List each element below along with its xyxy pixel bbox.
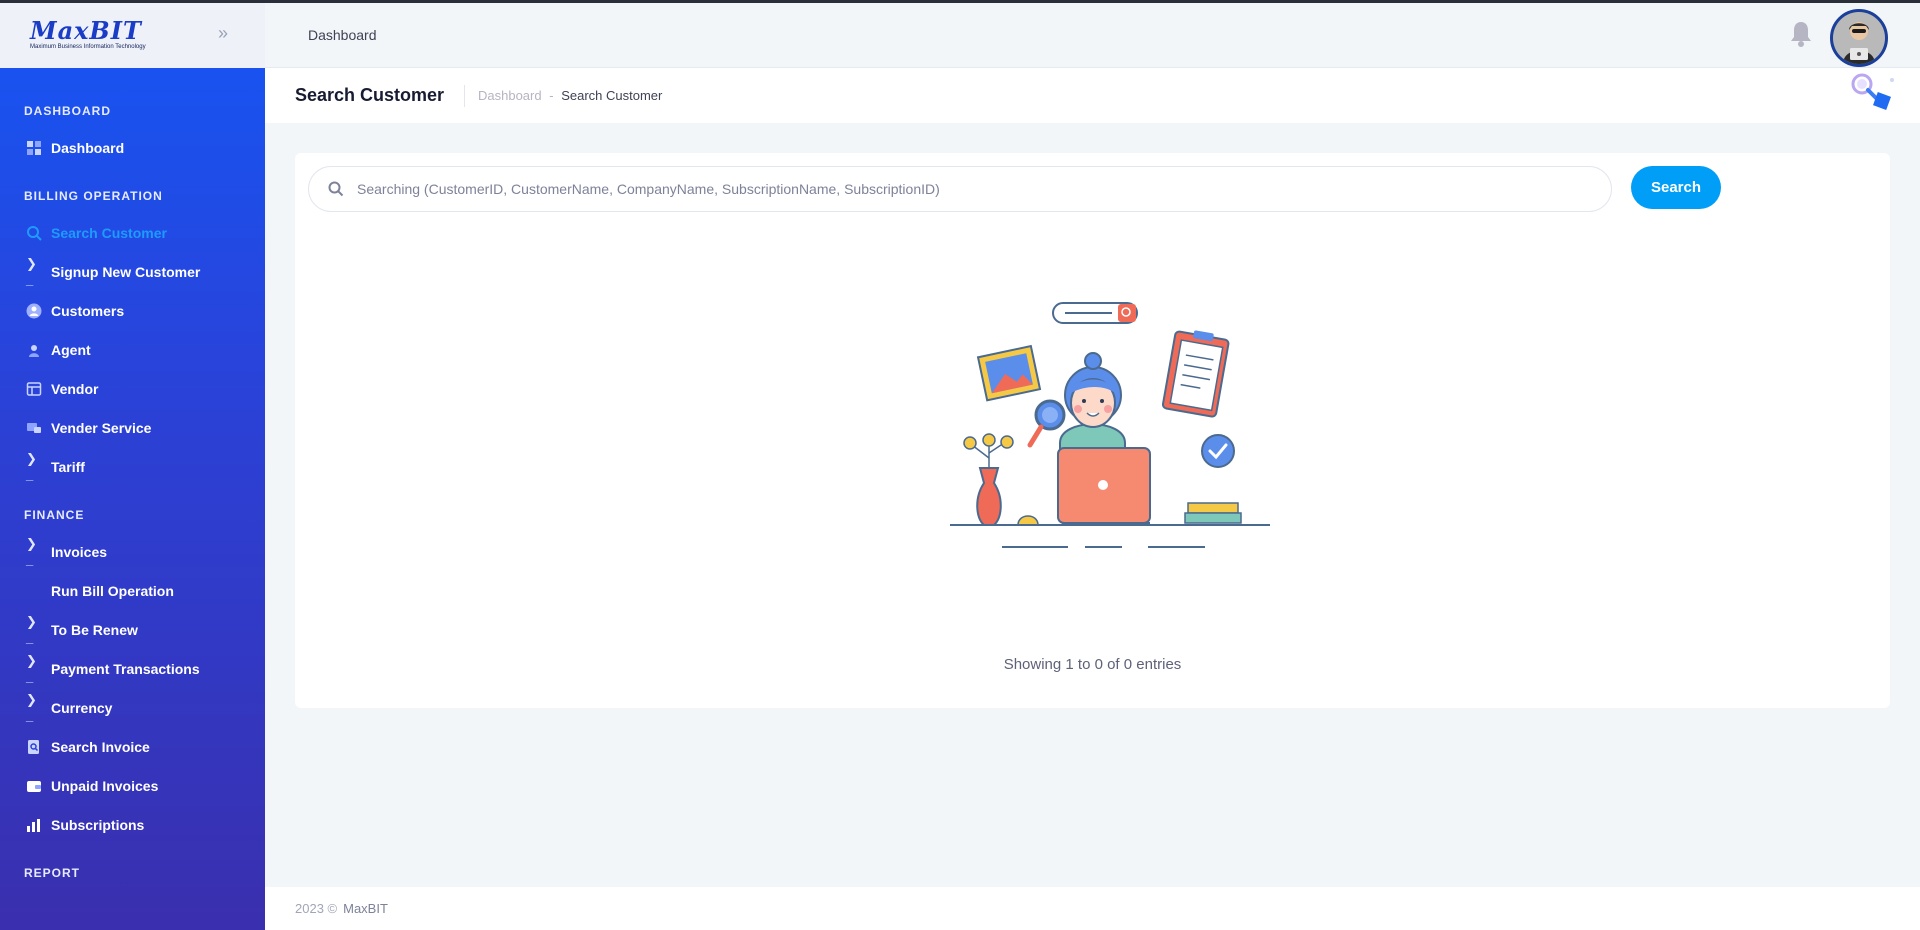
- search-button[interactable]: Search: [1631, 166, 1721, 209]
- subheader: Search Customer Dashboard - Search Custo…: [265, 68, 1920, 123]
- sidebar-item-label: Currency: [51, 699, 113, 716]
- header-title: Dashboard: [308, 27, 377, 43]
- service-icon: [26, 420, 42, 436]
- terminal-icon: ❯_: [26, 536, 37, 567]
- sidebar-item-label: Run Bill Operation: [51, 582, 174, 599]
- window-top-line: [0, 0, 1920, 3]
- sidebar-item-label: Agent: [51, 341, 91, 358]
- sidebar-item-label: Search Customer: [51, 224, 167, 241]
- search-card: Searching (CustomerID, CustomerName, Com…: [295, 153, 1890, 708]
- grid-icon: [26, 140, 42, 156]
- terminal-icon: ❯_: [26, 692, 37, 723]
- sidebar-toggle-icon[interactable]: »: [218, 24, 238, 44]
- empty-state-illustration: [950, 293, 1270, 563]
- sidebar-item-label: To Be Renew: [51, 621, 138, 638]
- sidebar-item-label: Subscriptions: [51, 816, 145, 833]
- sidebar-item-to-be-renew[interactable]: ❯_ To Be Renew: [0, 610, 265, 649]
- search-icon: [327, 180, 345, 198]
- top-header: Dashboard: [265, 3, 1920, 68]
- title-divider: [464, 85, 465, 107]
- terminal-icon: ❯_: [26, 256, 37, 287]
- terminal-icon: ❯_: [26, 653, 37, 684]
- search-illustration-icon: [1840, 72, 1900, 118]
- breadcrumb-separator: -: [549, 88, 554, 103]
- sidebar-item-label: Signup New Customer: [51, 263, 201, 280]
- user-avatar[interactable]: [1830, 9, 1888, 67]
- bar-chart-icon: [26, 817, 42, 833]
- sidebar-item-search-invoice[interactable]: Search Invoice: [0, 727, 265, 766]
- sidebar-item-label: Vendor: [51, 380, 99, 397]
- sidebar-item-subscriptions[interactable]: Subscriptions: [0, 805, 265, 844]
- brand-tagline: Maximum Business Information Technology: [30, 43, 146, 50]
- sidebar-item-vender-service[interactable]: Vender Service: [0, 408, 265, 447]
- footer-year: 2023 ©: [295, 901, 338, 916]
- sidebar-item-label: Dashboard: [51, 139, 125, 156]
- vendor-icon: [26, 381, 42, 397]
- sidebar-item-label: Customers: [51, 302, 125, 319]
- sidebar: MaxBIT Maximum Business Information Tech…: [0, 0, 265, 930]
- sidebar-item-label: Vender Service: [51, 419, 152, 436]
- nav-section-finance: FINANCE: [24, 508, 85, 522]
- wallet-icon: [26, 778, 42, 794]
- entries-summary: Showing 1 to 0 of 0 entries: [1003, 656, 1182, 673]
- brand-logo[interactable]: MaxBIT Maximum Business Information Tech…: [30, 15, 146, 50]
- sidebar-item-label: Tariff: [51, 458, 85, 475]
- sidebar-item-signup-new-customer[interactable]: ❯_ Signup New Customer: [0, 252, 265, 291]
- search-doc-icon: [26, 739, 42, 755]
- sidebar-item-search-customer[interactable]: Search Customer: [0, 213, 265, 252]
- nav-section-report: REPORT: [24, 866, 81, 880]
- sidebar-item-label: Search Invoice: [51, 738, 150, 755]
- bell-icon[interactable]: [1788, 19, 1814, 49]
- search-icon: [26, 225, 42, 241]
- sidebar-item-label: Payment Transactions: [51, 660, 200, 677]
- breadcrumb-dashboard[interactable]: Dashboard: [478, 88, 542, 103]
- sidebar-item-run-bill-operation[interactable]: Run Bill Operation: [0, 571, 265, 610]
- breadcrumb-current: Search Customer: [561, 88, 663, 103]
- sidebar-item-dashboard[interactable]: Dashboard: [0, 128, 265, 167]
- nav-section-billing: BILLING OPERATION: [24, 189, 163, 203]
- footer-brand-link[interactable]: MaxBIT: [343, 901, 388, 916]
- breadcrumb: Dashboard - Search Customer: [478, 88, 662, 103]
- agent-icon: [26, 342, 42, 358]
- terminal-icon: ❯_: [26, 451, 37, 482]
- sidebar-item-label: Unpaid Invoices: [51, 777, 159, 794]
- sidebar-item-payment-transactions[interactable]: ❯_ Payment Transactions: [0, 649, 265, 688]
- sidebar-nav: DASHBOARD Dashboard BILLING OPERATION Se…: [0, 68, 265, 884]
- sidebar-item-currency[interactable]: ❯_ Currency: [0, 688, 265, 727]
- sidebar-item-tariff[interactable]: ❯_ Tariff: [0, 447, 265, 486]
- sidebar-item-label: Invoices: [51, 543, 108, 560]
- sidebar-item-invoices[interactable]: ❯_ Invoices: [0, 532, 265, 571]
- page-title: Search Customer: [295, 85, 445, 105]
- terminal-icon: ❯_: [26, 614, 37, 645]
- nav-section-dashboard: DASHBOARD: [24, 104, 111, 118]
- sidebar-item-unpaid-invoices[interactable]: Unpaid Invoices: [0, 766, 265, 805]
- brand-area: MaxBIT Maximum Business Information Tech…: [0, 0, 265, 68]
- search-field-wrapper: [308, 166, 1612, 212]
- user-icon: [26, 303, 42, 319]
- sidebar-item-agent[interactable]: Agent: [0, 330, 265, 369]
- footer: 2023 © MaxBIT: [265, 887, 1920, 930]
- brand-name: MaxBIT: [30, 15, 142, 45]
- sidebar-item-vendor[interactable]: Vendor: [0, 369, 265, 408]
- footer-copyright: 2023 © MaxBIT: [295, 901, 388, 916]
- sidebar-item-customers[interactable]: Customers: [0, 291, 265, 330]
- search-input[interactable]: [357, 173, 1597, 205]
